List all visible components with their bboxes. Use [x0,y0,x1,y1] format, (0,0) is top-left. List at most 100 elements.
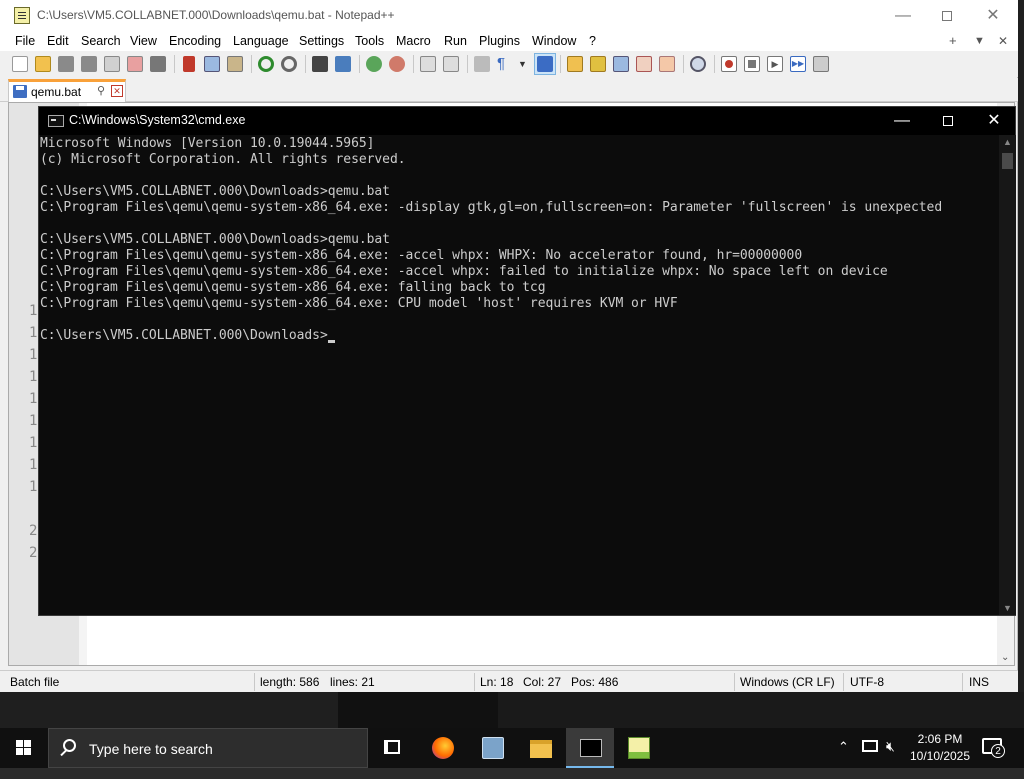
cmd-title-bar[interactable]: C:\Windows\System32\cmd.exe — ✕ [39,107,1015,135]
task-view-button[interactable] [368,728,416,768]
cmd-maximize-button[interactable] [925,107,971,135]
find-icon[interactable] [312,56,328,72]
tab-qemu-bat[interactable]: qemu.bat ⚲ ✕ [8,79,126,102]
copy-icon[interactable] [204,56,220,72]
npp-status-bar: Batch file length: 586 lines: 21 Ln: 18 … [0,670,1018,692]
text-cursor [327,340,335,343]
status-length: length: 586 [260,675,320,689]
npp-toolbar: ¶ ▼ ▶ ▶▶ [0,51,1018,77]
console-prompt-line[interactable]: C:\Users\VM5.COLLABNET.000\Downloads> [40,328,997,344]
volume-icon[interactable]: 🔇︎ [886,738,895,778]
save-all-icon[interactable] [81,56,97,72]
task-view-icon [384,740,400,754]
new-file-icon[interactable] [12,56,28,72]
taskbar-search-box[interactable]: Type here to search [48,728,368,768]
menu-run[interactable]: Run [444,34,467,48]
cmd-minimize-button[interactable]: — [879,107,925,135]
status-file-type: Batch file [10,675,60,689]
menu-search[interactable]: Search [81,34,121,48]
record-macro-icon[interactable] [721,56,737,72]
document-map-icon[interactable] [590,56,606,72]
user-defined-language-icon[interactable] [567,56,583,72]
zoom-out-icon[interactable] [389,56,405,72]
taskbar-clock[interactable]: 2:06 PM 10/10/2025 [900,731,980,765]
scroll-down-icon[interactable]: ▼ [1003,603,1012,613]
show-all-characters-icon[interactable]: ¶ [497,56,507,72]
cmd-vertical-scrollbar[interactable]: ▲ ▼ [999,135,1016,615]
sync-horizontal-icon[interactable] [443,56,459,72]
taskbar-file-explorer[interactable] [516,728,564,768]
toolbar-dropdown-icon[interactable]: ▼ [518,56,528,72]
folder-as-workspace-icon[interactable] [659,56,675,72]
stop-recording-icon[interactable] [744,56,760,72]
scroll-thumb[interactable] [1002,153,1013,169]
line-number: 1 [29,325,38,341]
npp-title-bar[interactable]: C:\Users\VM5.COLLABNET.000\Downloads\qem… [0,0,1018,31]
menu-file[interactable]: File [15,34,35,48]
tab-list-button[interactable]: ▼ [974,35,985,47]
pin-icon[interactable]: ⚲ [97,84,105,97]
show-hidden-icons-button[interactable]: ⌃ [838,739,849,779]
menu-window[interactable]: Window [532,34,576,48]
menu-tools[interactable]: Tools [355,34,384,48]
tab-label: qemu.bat [31,85,82,99]
redo-icon[interactable] [281,56,297,72]
npp-window-title: C:\Users\VM5.COLLABNET.000\Downloads\qem… [37,8,395,22]
sync-vertical-icon[interactable] [420,56,436,72]
taskbar-control-panel[interactable] [468,728,516,768]
cmd-icon [580,739,602,757]
taskbar-command-prompt[interactable] [566,728,614,768]
status-separator [734,673,735,691]
menu-encoding[interactable]: Encoding [169,34,221,48]
menu-help[interactable]: ? [589,34,596,48]
toolbar-separator [251,55,252,73]
close-file-icon[interactable] [104,56,120,72]
cut-icon[interactable] [183,56,195,72]
playback-macro-icon[interactable]: ▶ [767,56,783,72]
status-insert-mode[interactable]: INS [969,675,989,689]
undo-icon[interactable] [258,56,274,72]
run-macro-multiple-icon[interactable]: ▶▶ [790,56,806,72]
word-wrap-icon[interactable] [474,56,490,72]
menu-edit[interactable]: Edit [47,34,69,48]
close-all-icon[interactable] [127,56,143,72]
taskbar-notepad-plus-plus[interactable] [614,728,662,768]
menu-view[interactable]: View [130,34,157,48]
toolbar-separator [714,55,715,73]
paste-icon[interactable] [227,56,243,72]
npp-close-button[interactable]: ✕ [970,0,1016,31]
network-icon[interactable] [862,740,878,752]
zoom-in-icon[interactable] [366,56,382,72]
print-icon[interactable] [150,56,166,72]
menu-settings[interactable]: Settings [299,34,344,48]
status-eol-format[interactable]: Windows (CR LF) [740,675,835,689]
new-tab-button[interactable]: + [949,33,957,48]
notification-count-badge: 2 [991,744,1005,758]
toolbar-separator [413,55,414,73]
action-center-button[interactable]: 2 [982,736,1005,758]
menu-plugins[interactable]: Plugins [479,34,520,48]
monitoring-icon[interactable] [690,56,706,72]
menu-language[interactable]: Language [233,34,289,48]
npp-minimize-button[interactable]: — [880,0,926,31]
menu-macro[interactable]: Macro [396,34,431,48]
line-number: 1 [29,369,38,385]
tab-close-icon[interactable]: ✕ [111,85,123,97]
scroll-down-icon[interactable]: ⌄ [1001,652,1009,663]
function-list-icon[interactable] [636,56,652,72]
save-macro-icon[interactable] [813,56,829,72]
taskbar-firefox[interactable] [418,728,466,768]
toolbar-separator [305,55,306,73]
replace-icon[interactable] [335,56,351,72]
status-encoding[interactable]: UTF-8 [850,675,884,689]
console-line: C:\Users\VM5.COLLABNET.000\Downloads>qem… [40,232,390,247]
npp-maximize-button[interactable] [924,0,970,31]
scroll-up-icon[interactable]: ▲ [1003,137,1012,147]
save-icon[interactable] [58,56,74,72]
close-document-button[interactable]: ✕ [998,34,1008,48]
start-button[interactable] [0,728,48,768]
cmd-close-button[interactable]: ✕ [971,107,1017,135]
console-output[interactable]: Microsoft Windows [Version 10.0.19044.59… [39,135,997,615]
document-list-icon[interactable] [613,56,629,72]
open-file-icon[interactable] [35,56,51,72]
